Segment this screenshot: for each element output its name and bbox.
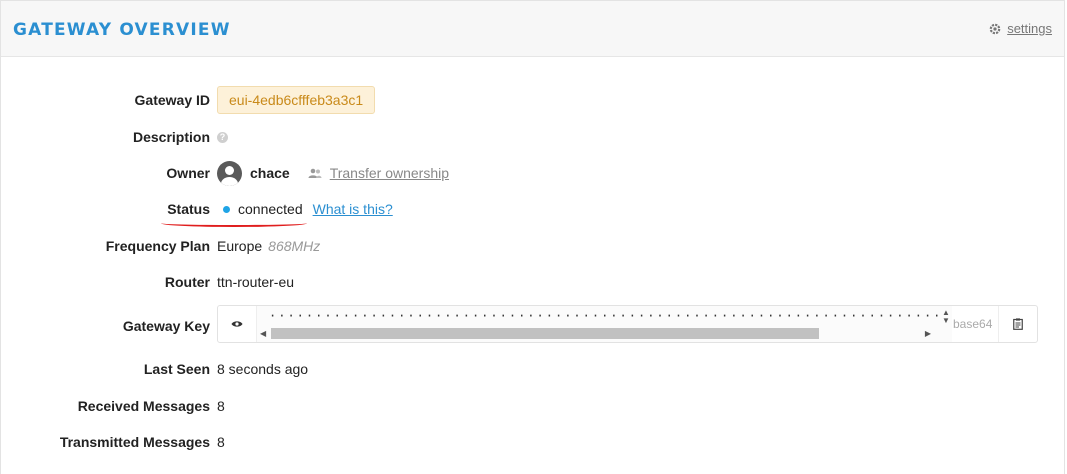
last-seen-value: 8 seconds ago — [217, 361, 309, 377]
description-label: Description — [132, 129, 210, 145]
last-seen-row: Last Seen 8 seconds ago — [0, 357, 1067, 381]
settings-link[interactable]: settings — [989, 21, 1052, 36]
status-indicator-icon — [223, 205, 230, 213]
router-row: Router ttn-router-eu — [0, 270, 1067, 294]
eye-icon — [231, 321, 243, 327]
scroll-left-icon[interactable]: ◀ — [260, 329, 266, 338]
frequency-plan-value: Europe — [217, 238, 263, 254]
owner-row: Owner chace Transfer ownership — [0, 160, 1067, 186]
gateway-id-value: eui-4edb6cfffeb3a3c1 — [217, 86, 376, 114]
status-value: connected — [238, 201, 303, 217]
received-messages-row: Received Messages 8 — [0, 394, 1067, 418]
received-messages-label: Received Messages — [77, 398, 210, 414]
gateway-key-label: Gateway Key — [122, 318, 210, 334]
transfer-ownership-label[interactable]: Transfer ownership — [330, 165, 449, 181]
masked-key-value: ········································… — [269, 312, 939, 320]
horizontal-scrollbar[interactable]: ◀ ▶ — [257, 327, 937, 340]
owner-label: Owner — [166, 165, 210, 181]
status-label: Status — [167, 201, 210, 217]
gateway-key-input[interactable]: ········································… — [257, 306, 952, 342]
scroll-right-icon[interactable]: ▶ — [925, 329, 931, 338]
avatar — [217, 160, 242, 186]
users-icon — [308, 168, 322, 178]
transmitted-messages-label: Transmitted Messages — [59, 434, 210, 450]
transfer-ownership-link[interactable]: Transfer ownership — [308, 165, 449, 181]
frequency-plan-label: Frequency Plan — [105, 238, 210, 254]
received-messages-value: 8 — [217, 398, 225, 414]
status-row: Status connected What is this? — [0, 197, 1067, 221]
router-label: Router — [164, 274, 210, 290]
panel-header: GATEWAY OVERVIEW settings — [1, 1, 1064, 57]
frequency-plan-row: Frequency Plan Europe 868MHz — [0, 234, 1067, 258]
clipboard-icon — [1013, 318, 1023, 330]
gateway-id-label: Gateway ID — [134, 92, 210, 108]
router-value: ttn-router-eu — [217, 274, 295, 290]
key-encoding-label[interactable]: base64 — [953, 317, 992, 331]
gateway-key-field: ········································… — [217, 305, 1038, 343]
last-seen-label: Last Seen — [143, 361, 210, 377]
gear-icon — [989, 23, 1001, 34]
show-key-button[interactable] — [218, 306, 257, 342]
help-icon[interactable]: ? — [217, 131, 228, 143]
owner-name: chace — [250, 165, 290, 181]
scrollbar-thumb[interactable] — [271, 328, 819, 339]
gateway-id-row: Gateway ID eui-4edb6cfffeb3a3c1 — [0, 86, 1067, 114]
what-is-this-link[interactable]: What is this? — [313, 201, 393, 217]
settings-label[interactable]: settings — [1007, 21, 1052, 36]
description-row: Description ? — [0, 125, 1067, 149]
page-title: GATEWAY OVERVIEW — [13, 20, 231, 40]
vertical-scroll-arrows[interactable]: ▲ ▼ — [940, 309, 952, 325]
frequency-plan-detail: 868MHz — [268, 238, 321, 254]
transmitted-messages-value: 8 — [217, 434, 225, 450]
transmitted-messages-row: Transmitted Messages 8 — [0, 430, 1067, 454]
copy-key-button[interactable] — [998, 306, 1037, 342]
